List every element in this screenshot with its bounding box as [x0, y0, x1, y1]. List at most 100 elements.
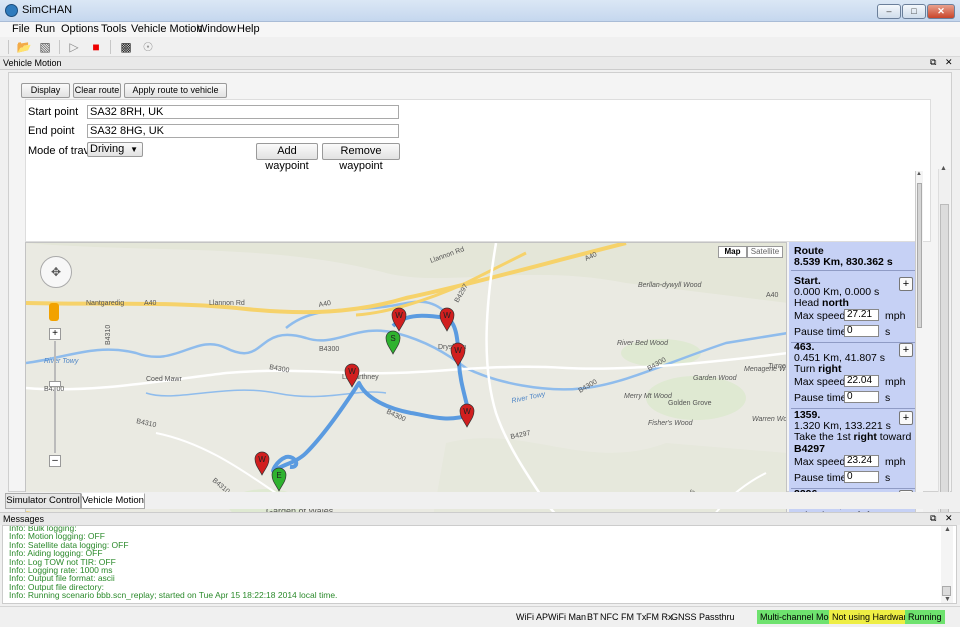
- messages-title: Messages: [3, 514, 45, 524]
- play-icon[interactable]: ▷: [66, 39, 82, 55]
- zoom-in-button[interactable]: +: [49, 328, 61, 340]
- menu-file[interactable]: File: [12, 23, 30, 35]
- mode-value: Driving: [90, 143, 125, 155]
- float-icon[interactable]: ⧉: [930, 57, 936, 68]
- pause-time-label: Pause time:: [794, 392, 850, 404]
- instr-bold: right: [853, 431, 877, 443]
- instr-pre: Take the 1st: [794, 431, 854, 443]
- save-icon[interactable]: ▧: [37, 39, 53, 55]
- instr-bold: right: [818, 363, 842, 375]
- mode-of-travel-select[interactable]: Driving ▼: [87, 142, 143, 157]
- scroll-down-icon[interactable]: ▼: [944, 596, 951, 603]
- status-hardware-badge: Not using Hardware: [829, 610, 915, 624]
- menu-vehicle-motion[interactable]: Vehicle Motion: [131, 23, 203, 35]
- add-waypoint-button[interactable]: Add waypoint: [256, 143, 318, 172]
- scroll-up-icon[interactable]: ▲: [940, 165, 947, 172]
- max-speed-input[interactable]: 22.04: [844, 375, 879, 387]
- status-gnss-passthru: GNSS Passthru: [671, 612, 735, 622]
- step-instruction: Head north: [794, 297, 849, 309]
- toolbar: 📂 ▧ ▷ ■ ▩ ☉: [0, 37, 960, 57]
- maximize-button[interactable]: □: [902, 4, 926, 19]
- menu-bar: File Run Options Tools Vehicle Motion Wi…: [0, 22, 960, 37]
- clear-route-button[interactable]: Clear route: [73, 83, 121, 98]
- map-type-satellite-button[interactable]: Satellite: [747, 246, 783, 258]
- minimize-button[interactable]: –: [877, 4, 901, 19]
- display-route-button[interactable]: Display route: [21, 83, 70, 108]
- zoom-slider-handle[interactable]: [49, 381, 61, 387]
- pan-control[interactable]: ✥: [40, 256, 72, 288]
- map-label: River Bed Wood: [617, 340, 669, 347]
- marker-letter: W: [443, 311, 451, 320]
- signal-bars-icon[interactable]: ▩: [118, 39, 134, 55]
- status-bar: WiFi AP WiFi Man BT NFC FM Tx FM Rx GNSS…: [0, 606, 960, 627]
- messages-header: Messages ⧉ ✕: [0, 512, 960, 525]
- pause-unit: s: [885, 472, 891, 484]
- map-label: Warren Wood: [752, 416, 787, 423]
- status-fm-tx: FM Tx: [621, 612, 647, 622]
- route-scroll-thumb[interactable]: [917, 183, 922, 328]
- menu-run[interactable]: Run: [35, 23, 55, 35]
- remove-waypoint-button[interactable]: Remove waypoint: [322, 143, 400, 172]
- status-running-badge: Running: [905, 610, 945, 624]
- pause-time-input[interactable]: 0: [844, 325, 879, 337]
- menu-options[interactable]: Options: [61, 23, 99, 35]
- map-type-map-button[interactable]: Map: [718, 246, 747, 258]
- bottom-tabs: Simulator Control Vehicle Motion: [0, 492, 960, 509]
- close-button[interactable]: ✕: [927, 4, 955, 19]
- messages-close-icon[interactable]: ✕: [945, 513, 953, 524]
- scroll-up-icon[interactable]: ▲: [916, 171, 922, 177]
- menu-help[interactable]: Help: [237, 23, 260, 35]
- start-point-input[interactable]: SA32 8RH, UK: [87, 105, 399, 119]
- map-label: Nantgaredig: [86, 300, 124, 307]
- instr-pre: Turn: [794, 363, 819, 375]
- scroll-up-icon[interactable]: ▲: [944, 526, 951, 533]
- step-add-button[interactable]: +: [899, 411, 913, 425]
- map-label: Coed Mawr: [146, 376, 182, 383]
- map-label: A40: [766, 292, 779, 299]
- scroll-thumb[interactable]: [942, 586, 951, 596]
- pegman-icon[interactable]: [49, 303, 59, 321]
- instr-bold: north: [822, 297, 849, 309]
- antenna-icon[interactable]: ☉: [140, 39, 156, 55]
- message-line: Info: Running scenario bbb.scn_replay; s…: [9, 590, 338, 601]
- zoom-out-button[interactable]: –: [49, 455, 61, 467]
- float-icon[interactable]: ⧉: [930, 513, 936, 524]
- panel-close-icon[interactable]: ✕: [945, 57, 953, 68]
- step-instruction: Take the 1st right toward: [794, 431, 911, 443]
- pause-time-input[interactable]: 0: [844, 471, 879, 483]
- max-speed-input[interactable]: 23.24: [844, 455, 879, 467]
- menu-tools[interactable]: Tools: [101, 23, 127, 35]
- pause-time-label: Pause time:: [794, 472, 850, 484]
- end-point-input[interactable]: SA32 8HG, UK: [87, 124, 399, 138]
- zoom-slider-track[interactable]: [54, 341, 56, 453]
- marker-letter: W: [454, 346, 462, 355]
- marker-letter: S: [390, 334, 395, 343]
- stop-icon[interactable]: ■: [88, 39, 104, 55]
- apply-route-button[interactable]: Apply route to vehicle motion: [124, 83, 227, 108]
- map-label: A40: [144, 300, 157, 307]
- instr-pre: Head: [794, 297, 823, 309]
- vehicle-motion-panel: Display route Clear route Apply route to…: [8, 72, 952, 555]
- step-instruction: Turn right: [794, 363, 841, 375]
- route-form: Start point SA32 8RH, UK End point SA32 …: [25, 99, 931, 242]
- pause-time-input[interactable]: 0: [844, 391, 879, 403]
- status-bt: BT: [587, 612, 599, 622]
- menu-window[interactable]: Window: [197, 23, 236, 35]
- instr-post: toward: [876, 431, 912, 443]
- step-add-button[interactable]: +: [899, 343, 913, 357]
- tab-vehicle-motion[interactable]: Vehicle Motion: [81, 493, 145, 509]
- start-point-label: Start point: [28, 106, 79, 118]
- map-label: Berllan-dywyll Wood: [638, 282, 703, 289]
- tab-simulator-control[interactable]: Simulator Control: [5, 493, 81, 509]
- panel-title: Vehicle Motion: [3, 58, 62, 68]
- max-speed-label: Max speed:: [794, 376, 849, 388]
- max-speed-input[interactable]: 27.21: [844, 309, 879, 321]
- messages-log[interactable]: Info: Bulk logging: Info: Motion logging:…: [2, 525, 957, 604]
- status-nfc: NFC: [600, 612, 619, 622]
- marker-letter: W: [258, 455, 266, 464]
- messages-scrollbar[interactable]: ▲ ▼: [941, 526, 953, 603]
- step-add-button[interactable]: +: [899, 277, 913, 291]
- map-label: B4300: [319, 346, 339, 353]
- open-folder-icon[interactable]: 📂: [16, 39, 32, 55]
- scroll-thumb[interactable]: [940, 204, 949, 514]
